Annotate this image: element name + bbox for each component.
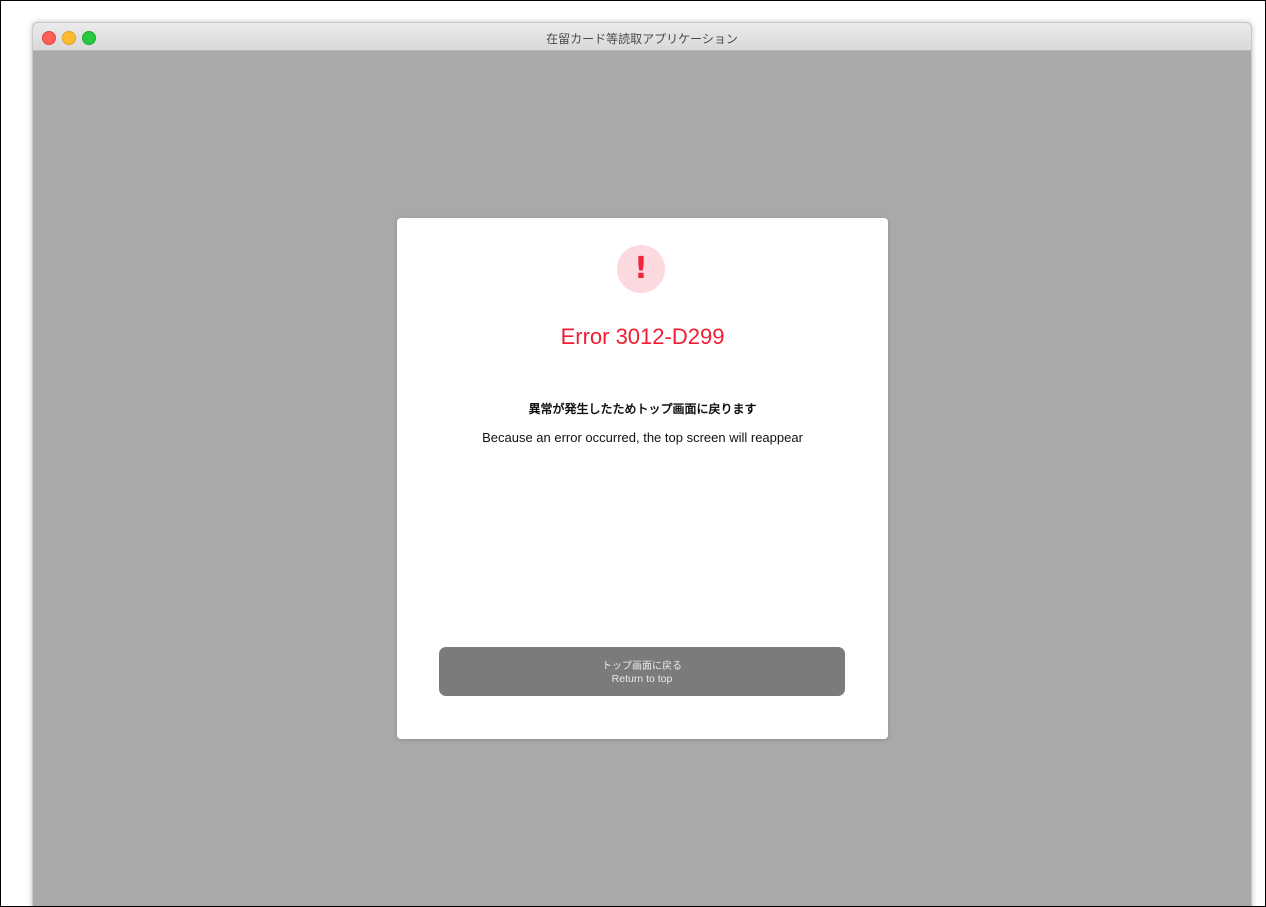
error-code-title: Error 3012-D299	[560, 324, 725, 349]
error-dialog: ! Error 3012-D299 異常が発生したためトップ画面に戻ります Be…	[397, 218, 888, 739]
error-message-japanese: 異常が発生したためトップ画面に戻ります	[528, 402, 757, 416]
error-message-english: Because an error occurred, the top scree…	[482, 430, 803, 445]
page-frame: 在留カード等読取アプリケーション ! Error 3012-D299 異常が発生…	[0, 0, 1266, 907]
exclamation-icon: !	[617, 245, 665, 293]
return-button-label-japanese: トップ画面に戻る	[602, 661, 682, 672]
app-window: 在留カード等読取アプリケーション ! Error 3012-D299 異常が発生…	[32, 22, 1252, 906]
modal-backdrop: ! Error 3012-D299 異常が発生したためトップ画面に戻ります Be…	[33, 51, 1251, 906]
return-to-top-button[interactable]: トップ画面に戻る Return to top	[439, 647, 845, 696]
return-button-label-english: Return to top	[611, 673, 673, 685]
title-bar[interactable]: 在留カード等読取アプリケーション	[33, 23, 1251, 51]
window-title: 在留カード等読取アプリケーション	[546, 32, 738, 46]
